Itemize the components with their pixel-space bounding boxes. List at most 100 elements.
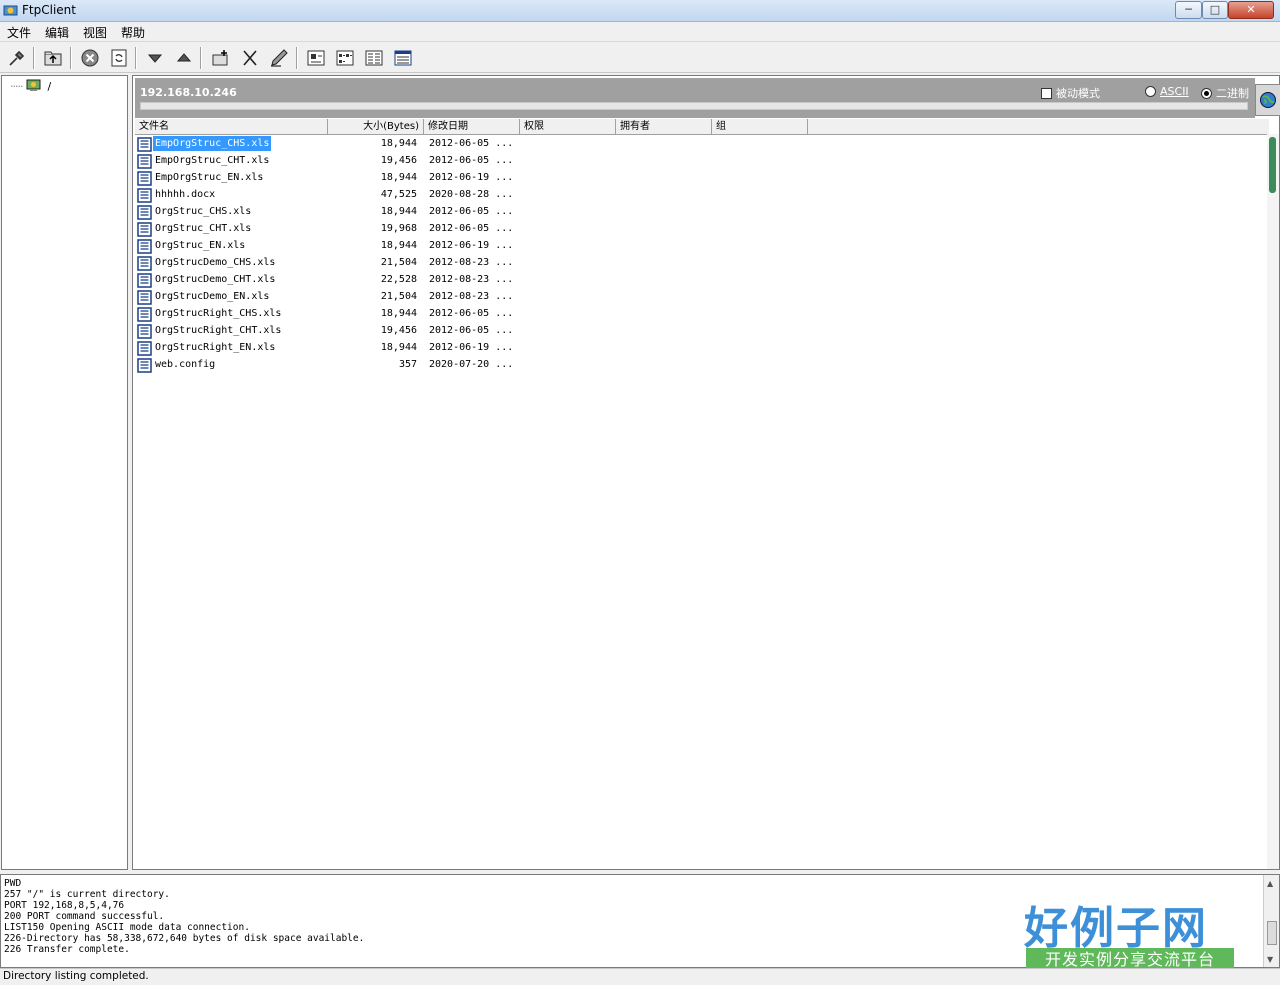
file-icon — [137, 171, 152, 186]
delete-button[interactable] — [238, 46, 262, 70]
column-header-permissions[interactable]: 权限 — [520, 119, 616, 135]
file-date: 2012-06-05 ... — [429, 223, 514, 234]
menu-file[interactable]: 文件 — [3, 24, 35, 41]
file-date: 2012-06-05 ... — [429, 138, 514, 149]
file-row[interactable]: OrgStrucDemo_EN.xls 21,504 2012-08-23 ... — [135, 289, 535, 306]
ascii-radio[interactable] — [1145, 86, 1156, 97]
file-date: 2020-07-20 ... — [429, 359, 514, 370]
file-icon — [137, 205, 152, 220]
menu-view[interactable]: 视图 — [79, 24, 111, 41]
view-large-icons-button[interactable] — [304, 46, 328, 70]
file-row[interactable]: EmpOrgStruc_CHT.xls 19,456 2012-06-05 ... — [135, 153, 535, 170]
binary-mode-option[interactable]: 二进制 — [1201, 85, 1253, 101]
minimize-button[interactable]: ─ — [1175, 1, 1202, 19]
passive-mode-option[interactable]: 被动模式 — [1041, 85, 1100, 101]
toolbar-separator — [135, 47, 137, 69]
log-scrollbar[interactable]: ▲ ▼ — [1263, 875, 1279, 967]
log-line: PWD — [4, 878, 22, 889]
toolbar-separator — [296, 47, 298, 69]
file-size: 19,968 — [380, 223, 417, 234]
file-name: OrgStruc_EN.xls — [155, 240, 246, 251]
ascii-mode-option[interactable]: ASCII — [1145, 85, 1189, 98]
directory-tree[interactable]: ····· / — [1, 75, 128, 870]
computer-icon — [26, 79, 41, 91]
file-list-header: 文件名 大小(Bytes) 修改日期 权限 拥有者 组 — [135, 119, 1269, 135]
connect-button[interactable] — [5, 46, 29, 70]
menu-edit[interactable]: 编辑 — [41, 24, 73, 41]
file-date: 2012-08-23 ... — [429, 274, 514, 285]
file-list-scrollbar[interactable] — [1267, 134, 1279, 869]
connect-globe-button[interactable] — [1255, 84, 1280, 116]
file-name: OrgStrucDemo_EN.xls — [155, 291, 270, 302]
file-icon — [137, 222, 152, 237]
toolbar-separator — [200, 47, 202, 69]
view-small-icons-button[interactable] — [333, 46, 357, 70]
file-date: 2012-08-23 ... — [429, 291, 514, 302]
stop-icon — [81, 49, 99, 67]
file-name: OrgStrucDemo_CHS.xls — [155, 257, 276, 268]
transfer-progress-bar — [140, 102, 1248, 110]
log-line: PORT 192,168,8,5,4,76 — [4, 900, 125, 911]
binary-radio[interactable] — [1201, 87, 1212, 99]
close-button[interactable]: ✕ — [1228, 1, 1274, 19]
rename-button[interactable] — [267, 46, 291, 70]
file-icon — [137, 358, 152, 373]
upload-button[interactable] — [172, 46, 196, 70]
file-row[interactable]: OrgStrucRight_CHT.xls 19,456 2012-06-05 ..… — [135, 323, 535, 340]
plug-icon — [9, 50, 25, 66]
status-text: Directory listing completed. — [3, 970, 149, 982]
file-row[interactable]: EmpOrgStruc_EN.xls 18,944 2012-06-19 ... — [135, 170, 535, 187]
tree-connector: ····· — [10, 80, 24, 93]
column-header-date[interactable]: 修改日期 — [424, 119, 520, 135]
menu-help[interactable]: 帮助 — [117, 24, 149, 41]
maximize-button[interactable]: □ — [1202, 1, 1228, 19]
pen-icon — [271, 49, 288, 67]
parent-dir-button[interactable] — [41, 46, 65, 70]
menu-bar: 文件 编辑 视图 帮助 — [0, 22, 1280, 42]
stop-button[interactable] — [78, 46, 102, 70]
file-size: 18,944 — [380, 206, 417, 217]
file-row[interactable]: OrgStrucDemo_CHT.xls 22,528 2012-08-23 ... — [135, 272, 535, 289]
file-icon — [137, 188, 152, 203]
file-row[interactable]: OrgStruc_CHS.xls 18,944 2012-06-05 ... — [135, 204, 535, 221]
file-size: 18,944 — [380, 308, 417, 319]
column-header-name[interactable]: 文件名 — [135, 119, 328, 135]
scroll-up-arrow-icon[interactable]: ▲ — [1267, 879, 1273, 888]
file-row[interactable]: hhhhh.docx 47,525 2020-08-28 ... — [135, 187, 535, 204]
tree-root-label: / — [47, 80, 52, 93]
log-scrollbar-thumb[interactable] — [1267, 921, 1277, 945]
scrollbar-thumb[interactable] — [1269, 137, 1276, 193]
tree-root-node[interactable]: ····· / — [10, 79, 51, 93]
view-list-button[interactable] — [362, 46, 386, 70]
file-icon — [137, 256, 152, 271]
toolbar-separator — [70, 47, 72, 69]
host-address: 192.168.10.246 — [140, 86, 237, 99]
file-row[interactable]: OrgStruc_CHT.xls 19,968 2012-06-05 ... — [135, 221, 535, 238]
file-size: 47,525 — [380, 189, 417, 200]
file-row[interactable]: EmpOrgStruc_CHS.xls 18,944 2012-06-05 ... — [135, 136, 535, 153]
file-row[interactable]: OrgStrucDemo_CHS.xls 21,504 2012-08-23 ... — [135, 255, 535, 272]
file-date: 2012-06-05 ... — [429, 325, 514, 336]
file-list[interactable]: EmpOrgStruc_CHS.xls 18,944 2012-06-05 ... E… — [135, 136, 1269, 868]
column-header-owner[interactable]: 拥有者 — [616, 119, 712, 135]
download-button[interactable] — [143, 46, 167, 70]
file-name: EmpOrgStruc_CHT.xls — [155, 155, 270, 166]
file-row[interactable]: OrgStrucRight_CHS.xls 18,944 2012-06-05 ..… — [135, 306, 535, 323]
refresh-button[interactable] — [107, 46, 131, 70]
file-row[interactable]: web.config 357 2020-07-20 ... — [135, 357, 535, 374]
file-row[interactable]: OrgStruc_EN.xls 18,944 2012-06-19 ... — [135, 238, 535, 255]
file-size: 18,944 — [380, 138, 417, 149]
watermark-logo: 好例子网 开发实例分享交流平台 — [1024, 892, 1236, 972]
file-row[interactable]: OrgStrucRight_EN.xls 18,944 2012-06-19 ... — [135, 340, 535, 357]
file-date: 2012-06-05 ... — [429, 206, 514, 217]
title-bar: FtpClient ─ □ ✕ — [0, 0, 1280, 22]
column-header-size[interactable]: 大小(Bytes) — [328, 119, 424, 135]
new-folder-button[interactable] — [209, 46, 233, 70]
scroll-down-arrow-icon[interactable]: ▼ — [1267, 955, 1273, 964]
column-header-group[interactable]: 组 — [712, 119, 808, 135]
file-size: 22,528 — [380, 274, 417, 285]
toolbar-separator — [33, 47, 35, 69]
view-details-button[interactable] — [391, 46, 415, 70]
watermark-title: 好例子网 — [1024, 903, 1208, 954]
passive-mode-checkbox[interactable] — [1041, 87, 1052, 99]
